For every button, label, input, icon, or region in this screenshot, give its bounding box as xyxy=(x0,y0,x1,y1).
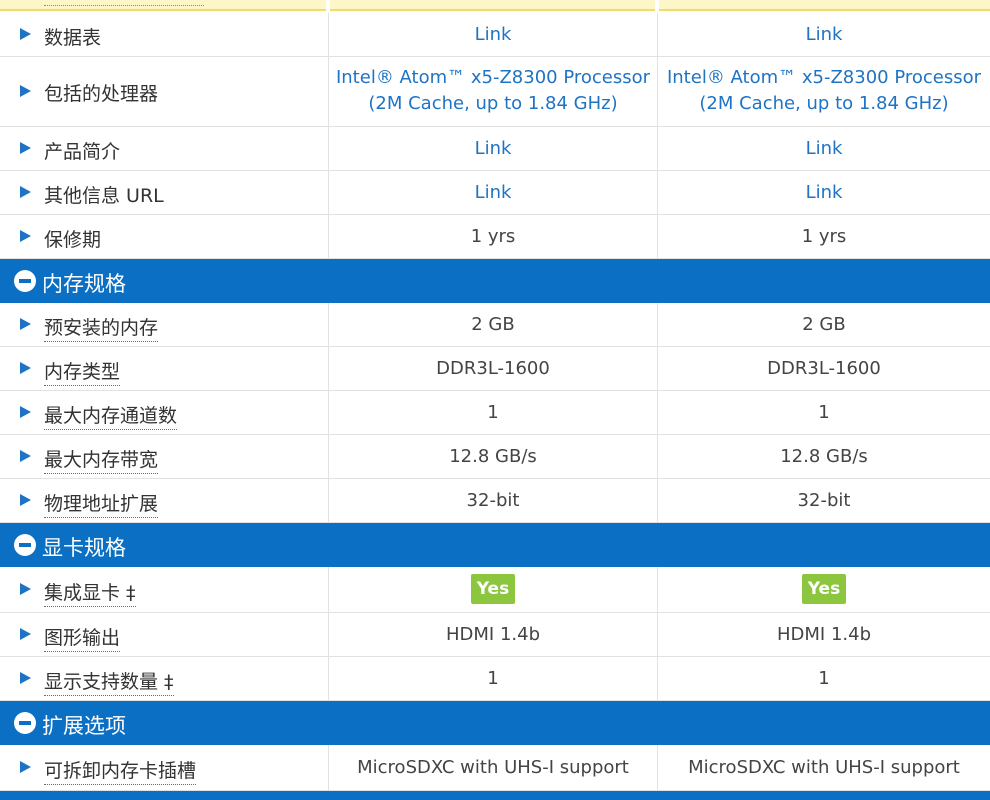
spec-row-max-memory-bandwidth: 最大内存带宽 12.8 GB/s 12.8 GB/s xyxy=(0,435,990,479)
yes-badge: Yes xyxy=(470,574,516,604)
spec-row-physical-address-extension: 物理地址扩展 32-bit 32-bit xyxy=(0,479,990,523)
spec-comparison-table: 数据表 Link Link 包括的处理器 Intel® Atom™ x5-Z83… xyxy=(0,0,990,800)
spec-value: 32-bit xyxy=(797,490,851,511)
triangle-right-icon[interactable] xyxy=(20,494,31,506)
spec-row-datasheet: 数据表 Link Link xyxy=(0,13,990,57)
triangle-right-icon[interactable] xyxy=(20,28,31,40)
row-label[interactable]: 预安装的内存 xyxy=(44,313,159,342)
processor-link[interactable]: Intel® Atom™ x5-Z8300 Processor (2M Cach… xyxy=(329,65,657,117)
row-label: 产品简介 xyxy=(44,141,121,163)
processor-link[interactable]: Intel® Atom™ x5-Z8300 Processor (2M Cach… xyxy=(658,65,990,117)
warranty-value: 1 yrs xyxy=(470,226,516,247)
spec-value: 2 GB xyxy=(802,314,846,335)
triangle-right-icon[interactable] xyxy=(20,583,31,595)
spec-row-integrated-graphics: 集成显卡 ‡ Yes Yes xyxy=(0,567,990,613)
spec-value: 1 xyxy=(487,402,499,423)
minus-circle-icon[interactable] xyxy=(14,712,36,734)
triangle-right-icon[interactable] xyxy=(20,450,31,462)
row-label[interactable]: 可拆卸内存卡插槽 xyxy=(44,756,197,785)
triangle-right-icon[interactable] xyxy=(20,761,31,773)
row-label[interactable]: 最大内存带宽 xyxy=(44,445,159,474)
spec-value: 32-bit xyxy=(466,490,520,511)
row-label[interactable]: 集成显卡 ‡ xyxy=(44,578,136,607)
spec-row-displays-supported: 显示支持数量 ‡ 1 1 xyxy=(0,657,990,701)
yes-badge: Yes xyxy=(801,574,847,604)
row-label[interactable]: 显示支持数量 ‡ xyxy=(44,667,174,696)
spec-value: 1 xyxy=(818,668,830,689)
warranty-value: 1 yrs xyxy=(801,226,847,247)
section-header-partial xyxy=(0,791,990,800)
section-title: 显卡规格 xyxy=(42,536,126,560)
spec-value: 1 xyxy=(818,402,830,423)
spec-value: DDR3L-1600 xyxy=(436,358,550,379)
triangle-right-icon[interactable] xyxy=(20,186,31,198)
triangle-right-icon[interactable] xyxy=(20,406,31,418)
spec-row-additional-info-url: 其他信息 URL Link Link xyxy=(0,171,990,215)
spec-value: DDR3L-1600 xyxy=(767,358,881,379)
section-header-memory[interactable]: 内存规格 xyxy=(0,259,990,303)
row-label[interactable]: 最大内存通道数 xyxy=(44,401,178,430)
spec-value: 12.8 GB/s xyxy=(449,446,537,467)
spec-value: HDMI 1.4b xyxy=(776,624,871,645)
spec-value: 1 xyxy=(487,668,499,689)
triangle-right-icon[interactable] xyxy=(20,318,31,330)
row-label: 其他信息 URL xyxy=(44,185,164,207)
minus-circle-icon[interactable] xyxy=(14,270,36,292)
triangle-right-icon[interactable] xyxy=(20,85,31,97)
spec-value: 2 GB xyxy=(471,314,515,335)
spec-value: MicroSDXC with UHS-I support xyxy=(688,757,960,778)
section-title: 扩展选项 xyxy=(42,714,126,738)
section-header-graphics[interactable]: 显卡规格 xyxy=(0,523,990,567)
spec-value: HDMI 1.4b xyxy=(445,624,540,645)
triangle-right-icon[interactable] xyxy=(20,142,31,154)
datasheet-link[interactable]: Link xyxy=(329,22,657,48)
product-brief-link[interactable]: Link xyxy=(329,136,657,162)
additional-info-link[interactable]: Link xyxy=(329,180,657,206)
minus-circle-icon[interactable] xyxy=(14,534,36,556)
spec-value: MicroSDXC with UHS-I support xyxy=(357,757,629,778)
spec-row-removable-memory-card-slot: 可拆卸内存卡插槽 MicroSDXC with UHS-I support Mi… xyxy=(0,745,990,791)
spec-row-warranty: 保修期 1 yrs 1 yrs xyxy=(0,215,990,259)
triangle-right-icon[interactable] xyxy=(20,672,31,684)
triangle-right-icon[interactable] xyxy=(20,628,31,640)
product-brief-link[interactable]: Link xyxy=(658,136,990,162)
spec-row-graphics-output: 图形输出 HDMI 1.4b HDMI 1.4b xyxy=(0,613,990,657)
highlighted-row-partial xyxy=(0,0,990,11)
row-label[interactable]: 内存类型 xyxy=(44,357,121,386)
spec-row-processor: 包括的处理器 Intel® Atom™ x5-Z8300 Processor (… xyxy=(0,57,990,127)
row-label: 包括的处理器 xyxy=(44,83,159,105)
row-label[interactable]: 物理地址扩展 xyxy=(44,489,159,518)
spec-row-max-memory-channels: 最大内存通道数 1 1 xyxy=(0,391,990,435)
datasheet-link[interactable]: Link xyxy=(658,22,990,48)
section-title: 内存规格 xyxy=(42,272,126,296)
spec-row-memory-type: 内存类型 DDR3L-1600 DDR3L-1600 xyxy=(0,347,990,391)
spec-row-installed-memory: 预安装的内存 2 GB 2 GB xyxy=(0,303,990,347)
additional-info-link[interactable]: Link xyxy=(658,180,990,206)
spec-row-product-brief: 产品简介 Link Link xyxy=(0,127,990,171)
row-label: 保修期 xyxy=(44,229,102,251)
triangle-right-icon[interactable] xyxy=(20,230,31,242)
spec-value: 12.8 GB/s xyxy=(780,446,868,467)
row-label: 数据表 xyxy=(44,27,102,49)
triangle-right-icon[interactable] xyxy=(20,362,31,374)
row-label[interactable]: 图形输出 xyxy=(44,623,121,652)
section-header-expansion[interactable]: 扩展选项 xyxy=(0,701,990,745)
